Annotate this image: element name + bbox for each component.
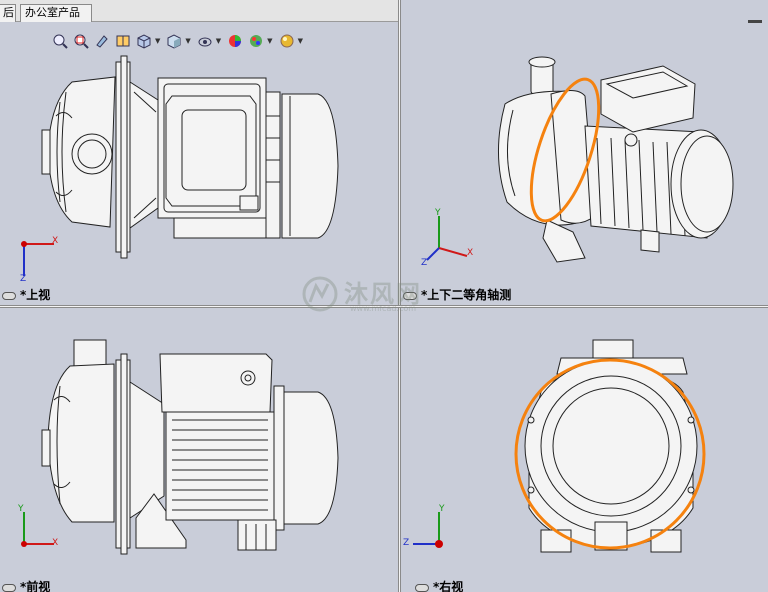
triad-z-label: Z: [20, 274, 27, 284]
view-name: *右视: [433, 580, 464, 592]
triad-z-label: Z: [403, 538, 410, 548]
triad-x-label: X: [52, 538, 59, 548]
view-label-top: *上视: [2, 286, 50, 303]
triad-z-label: Z: [421, 258, 428, 268]
triad-y-label: Y: [18, 504, 24, 514]
camera-icon: [403, 291, 417, 300]
vertical-splitter[interactable]: [398, 0, 401, 592]
camera-icon: [415, 583, 429, 592]
camera-icon: [2, 291, 16, 300]
view-label-front: *前视: [2, 578, 50, 592]
view-orientation-icon[interactable]: [134, 31, 154, 51]
triad-x-label: X: [467, 248, 474, 258]
viewport-front[interactable]: Y X *前视: [0, 308, 398, 592]
view-label-isometric: *上下二等角轴测: [403, 286, 511, 303]
chevron-down-icon[interactable]: ▼: [185, 37, 190, 45]
viewport-top[interactable]: X Z *上视: [0, 22, 398, 305]
hide-show-icon[interactable]: [195, 31, 215, 51]
triad-y-label: Y: [435, 208, 441, 218]
view-name: *上下二等角轴测: [421, 288, 512, 302]
coordinate-triad: [413, 512, 443, 548]
chevron-down-icon[interactable]: ▼: [267, 37, 272, 45]
edit-appearance-icon[interactable]: [225, 31, 245, 51]
previous-view-icon[interactable]: [92, 31, 112, 51]
viewport-right[interactable]: Y Z *右视: [401, 308, 768, 592]
chevron-down-icon[interactable]: ▼: [298, 37, 303, 45]
view-name: *上视: [20, 288, 51, 302]
chevron-down-icon[interactable]: ▼: [155, 37, 160, 45]
document-tab-bar: 后 办公室产品: [0, 0, 400, 22]
display-style-icon[interactable]: [164, 31, 184, 51]
horizontal-splitter[interactable]: [0, 305, 768, 308]
section-view-icon[interactable]: [113, 31, 133, 51]
viewport-isometric[interactable]: Y X Z *上下二等角轴测: [401, 6, 768, 305]
tab-previous[interactable]: 后: [0, 4, 16, 22]
camera-icon: [2, 583, 16, 592]
apply-scene-icon[interactable]: [246, 31, 266, 51]
view-name: *前视: [20, 580, 51, 592]
triad-y-label: Y: [439, 504, 445, 514]
chevron-down-icon[interactable]: ▼: [216, 37, 221, 45]
cad-window: 后 办公室产品 X Z *上视 Y X Z *上下二等角轴测 Y X *前视 Y…: [0, 0, 768, 592]
heads-up-view-toolbar: ▼ ▼ ▼ ▼ ▼: [50, 30, 306, 52]
view-label-right: *右视: [415, 578, 463, 592]
zoom-area-icon[interactable]: [71, 31, 91, 51]
zoom-to-fit-icon[interactable]: [50, 31, 70, 51]
tab-office-products[interactable]: 办公室产品: [20, 4, 92, 22]
view-settings-icon[interactable]: [277, 31, 297, 51]
triad-x-label: X: [52, 236, 59, 246]
